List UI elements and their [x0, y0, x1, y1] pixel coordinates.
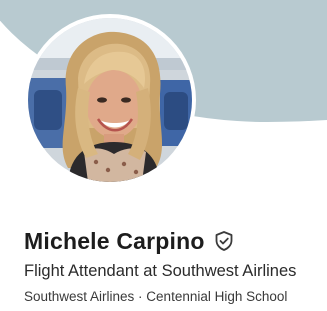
profile-photo-image [28, 18, 192, 182]
profile-photo[interactable] [28, 18, 192, 182]
profile-card: Michele Carpino Flight Attendant at Sout… [0, 0, 327, 311]
verified-shield-icon[interactable] [213, 230, 235, 252]
name-row: Michele Carpino [24, 226, 235, 256]
profile-photo-frame[interactable] [24, 14, 196, 186]
profile-name: Michele Carpino [24, 227, 205, 254]
profile-meta: Southwest Airlines · Centennial High Sch… [24, 289, 288, 304]
profile-headline: Flight Attendant at Southwest Airlines [24, 262, 297, 280]
